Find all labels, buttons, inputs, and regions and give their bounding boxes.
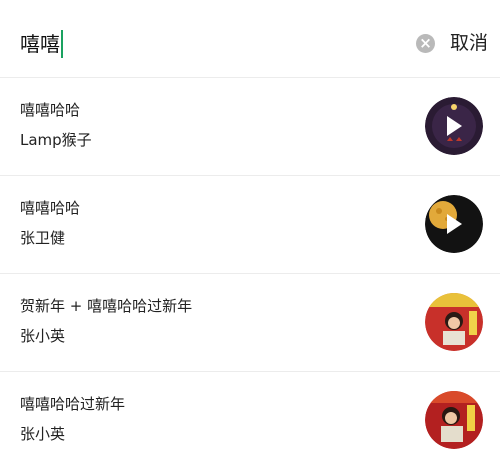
list-item[interactable]: 嘻嘻哈哈过新年 张小英: [0, 372, 500, 470]
song-artist: 张小英: [20, 327, 66, 345]
cancel-button[interactable]: 取消: [450, 31, 488, 55]
album-cover[interactable]: [425, 195, 483, 253]
list-item[interactable]: 嘻嘻哈哈 张卫健: [0, 176, 500, 274]
song-title: 贺新年 + 嘻嘻哈哈过新年: [20, 297, 193, 315]
song-title: 嘻嘻哈哈: [20, 101, 81, 119]
play-icon: [425, 195, 483, 253]
album-art-image: [425, 391, 483, 449]
clear-icon: ×: [419, 34, 432, 52]
song-title: 嘻嘻哈哈过新年: [20, 395, 126, 413]
search-result-list: 嘻嘻哈哈 Lamp猴子 嘻嘻哈哈 张卫健 贺新年 + 嘻嘻哈哈过新年 张小英 嘻…: [0, 78, 500, 470]
song-artist: 张卫健: [20, 229, 66, 247]
search-query-text: 嘻嘻: [20, 32, 60, 56]
text-caret: [61, 30, 63, 58]
list-item[interactable]: 贺新年 + 嘻嘻哈哈过新年 张小英: [0, 274, 500, 372]
album-cover[interactable]: [425, 293, 483, 351]
song-artist: Lamp猴子: [20, 131, 92, 149]
search-input[interactable]: 嘻嘻: [20, 30, 63, 58]
album-cover[interactable]: [425, 391, 483, 449]
clear-search-button[interactable]: ×: [416, 34, 435, 53]
album-cover[interactable]: [425, 97, 483, 155]
song-artist: 张小英: [20, 425, 66, 443]
song-title: 嘻嘻哈哈: [20, 199, 81, 217]
list-item[interactable]: 嘻嘻哈哈 Lamp猴子: [0, 78, 500, 176]
play-icon: [425, 97, 483, 155]
album-art-image: [425, 293, 483, 351]
search-bar: 嘻嘻 × 取消: [0, 0, 500, 78]
